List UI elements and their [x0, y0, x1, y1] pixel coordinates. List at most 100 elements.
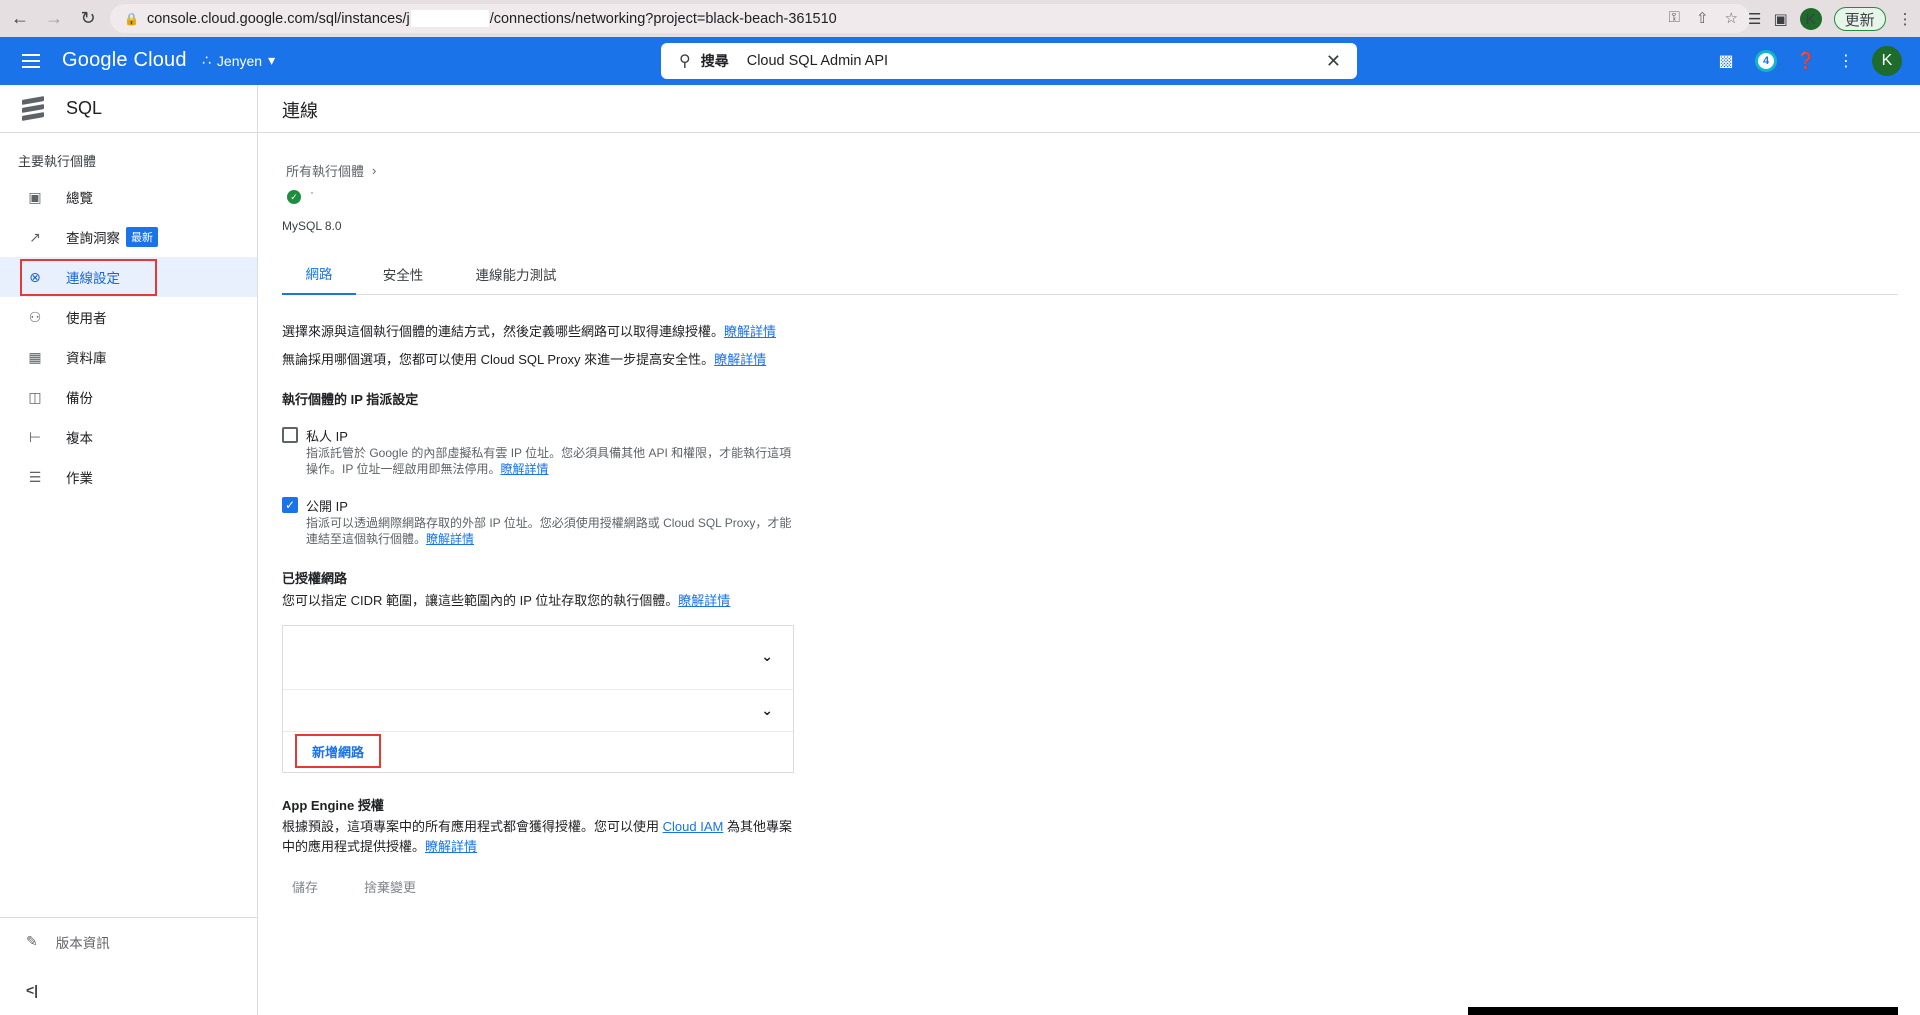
replicas-icon: ⊢	[28, 428, 42, 445]
chevron-right-icon: ›	[372, 163, 377, 178]
key-icon[interactable]: ⚿	[1669, 9, 1680, 27]
search-input[interactable]: Cloud SQL Admin API	[747, 53, 888, 69]
new-badge: 最新	[126, 227, 158, 247]
search-bar[interactable]: ⚲ 搜尋 Cloud SQL Admin API ✕	[661, 43, 1357, 79]
learn-more-link[interactable]: 瞭解詳情	[678, 593, 730, 608]
sidebar-section-label: 主要執行個體	[18, 154, 97, 169]
add-network-button[interactable]: 新增網路	[295, 734, 381, 768]
search-label: 搜尋	[700, 53, 729, 69]
update-button[interactable]: 更新	[1833, 7, 1886, 31]
side-panel-icon[interactable]: ▣	[1773, 10, 1787, 28]
network-row[interactable]: ⌄	[283, 626, 793, 690]
menu-icon[interactable]	[22, 49, 46, 73]
learn-more-link[interactable]: 瞭解詳情	[425, 839, 477, 854]
ip-assignment-heading: 執行個體的 IP 指派設定	[282, 392, 419, 407]
discard-button[interactable]: 捨棄變更	[354, 877, 426, 896]
learn-more-link[interactable]: 瞭解詳情	[500, 462, 548, 476]
project-icon: ∴	[202, 52, 211, 68]
breadcrumb[interactable]: 所有執行個體 ›	[286, 161, 376, 180]
help-icon[interactable]: ❓	[1786, 51, 1826, 71]
highlight-box	[20, 259, 157, 296]
sidebar-item-overview[interactable]: ▣ 總覽	[0, 177, 257, 217]
sidebar-item-databases[interactable]: ▦ 資料庫	[0, 337, 257, 377]
google-cloud-logo[interactable]: Google Cloud	[62, 49, 187, 72]
status-check-icon: ✓	[287, 190, 301, 204]
collapse-sidebar-icon[interactable]: <|	[26, 982, 38, 998]
sidebar-item-replicas[interactable]: ⊢ 複本	[0, 417, 257, 457]
more-vert-icon[interactable]: ⋮	[1826, 51, 1866, 71]
private-ip-checkbox[interactable]	[282, 427, 298, 443]
cloud-iam-link[interactable]: Cloud IAM	[663, 819, 724, 834]
private-ip-label[interactable]: 私人 IP	[306, 426, 348, 445]
learn-more-link[interactable]: 瞭解詳情	[426, 532, 474, 546]
reading-list-icon[interactable]: ☰	[1748, 10, 1761, 28]
star-icon[interactable]: ☆	[1725, 9, 1738, 27]
tab-networking[interactable]: 網路	[282, 253, 356, 295]
address-bar[interactable]: 🔒 console.cloud.google.com/sql/instances…	[110, 4, 1750, 33]
url-prefix: console.cloud.google.com/sql/instances/j	[146, 10, 410, 27]
sidebar-title: SQL	[0, 85, 258, 133]
overview-icon: ▣	[28, 188, 42, 205]
back-icon[interactable]: ←	[6, 5, 34, 33]
sidebar: SQL 主要執行個體 ▣ 總覽 ↗ 查詢洞察 最新 ⊗ 連線設定 ⚇ 使用者 ▦…	[0, 85, 258, 1015]
redacted-block	[410, 10, 489, 27]
cloud-shell-icon[interactable]: ▩	[1706, 51, 1746, 71]
tab-bar: 網路 安全性 連線能力測試	[282, 253, 1898, 295]
instance-name: ·	[310, 185, 314, 199]
proxy-description: 無論採用哪個選項，您都可以使用 Cloud SQL Proxy 來進一步提高安全…	[282, 352, 767, 367]
sidebar-item-users[interactable]: ⚇ 使用者	[0, 297, 257, 337]
insights-icon: ↗	[29, 228, 41, 245]
url-suffix: /connections/networking?project=black-be…	[489, 10, 837, 27]
authorized-networks-list: ⌄ ⌄ 新增網路	[282, 625, 794, 773]
sidebar-title-text: SQL	[66, 98, 103, 118]
app-engine-heading: App Engine 授權	[282, 798, 384, 813]
close-icon[interactable]: ✕	[1326, 51, 1341, 72]
main-content: 連線 所有執行個體 › ✓ · MySQL 8.0 網路 安全性 連線能力測試 …	[258, 85, 1920, 1015]
form-actions: 儲存 捨棄變更	[282, 877, 426, 896]
page-title: 連線	[282, 101, 318, 121]
users-icon: ⚇	[28, 308, 42, 325]
account-avatar[interactable]: K	[1872, 46, 1902, 76]
page-title-bar: 連線	[258, 85, 1920, 133]
public-ip-checkbox[interactable]: ✓	[282, 497, 298, 513]
learn-more-link[interactable]: 瞭解詳情	[714, 352, 766, 367]
sidebar-item-query-insights[interactable]: ↗ 查詢洞察 最新	[0, 217, 257, 257]
release-notes-link[interactable]: ✎ 版本資訊	[0, 917, 257, 965]
authorized-networks-description: 您可以指定 CIDR 範圍，讓這些範圍內的 IP 位址存取您的執行個體。瞭解詳情	[282, 593, 731, 608]
tab-connectivity-test[interactable]: 連線能力測試	[454, 253, 578, 295]
share-icon[interactable]: ⇧	[1696, 9, 1709, 27]
forward-icon[interactable]: →	[40, 5, 68, 33]
database-icon: ▦	[28, 348, 42, 365]
app-engine-description: 根據預設，這項專案中的所有應用程式都會獲得授權。您可以使用 Cloud IAM …	[282, 819, 792, 854]
console-header: Google Cloud ∴ Jenyen ▾ ⚲ 搜尋 Cloud SQL A…	[0, 37, 1920, 85]
chevron-down-icon[interactable]: ⌄	[761, 702, 773, 719]
networking-description: 選擇來源與這個執行個體的連結方式，然後定義哪些網路可以取得連線授權。瞭解詳情	[282, 324, 777, 339]
search-icon: ⚲	[679, 53, 691, 70]
breadcrumb-all-instances[interactable]: 所有執行個體	[286, 161, 364, 180]
lock-icon: 🔒	[124, 11, 139, 26]
network-row[interactable]: ⌄	[283, 690, 793, 732]
authorized-networks-heading: 已授權網路	[282, 571, 348, 586]
profile-avatar[interactable]: K	[1799, 8, 1822, 30]
project-picker[interactable]: ∴ Jenyen ▾	[202, 52, 275, 69]
sidebar-item-operations[interactable]: ☰ 作業	[0, 457, 257, 497]
tab-security[interactable]: 安全性	[356, 253, 450, 295]
private-ip-help: 指派託管於 Google 的內部虛擬私有雲 IP 位址。您必須具備其他 API …	[306, 446, 792, 476]
reload-icon[interactable]: ↻	[74, 5, 102, 33]
project-name: Jenyen	[216, 52, 263, 69]
more-menu-icon[interactable]: ⋮	[1898, 10, 1913, 28]
browser-toolbar: ← → ↻ 🔒 console.cloud.google.com/sql/ins…	[0, 0, 1920, 37]
sidebar-item-backups[interactable]: ◫ 備份	[0, 377, 257, 417]
save-button[interactable]: 儲存	[282, 877, 328, 896]
public-ip-help: 指派可以透過網際網路存取的外部 IP 位址。您必須使用授權網路或 Cloud S…	[306, 516, 792, 546]
notifications-badge[interactable]: 4	[1746, 50, 1786, 72]
chevron-down-icon[interactable]: ⌄	[761, 648, 773, 665]
learn-more-link[interactable]: 瞭解詳情	[724, 324, 776, 339]
public-ip-label[interactable]: 公開 IP	[306, 496, 348, 515]
sql-logo-icon	[22, 95, 46, 123]
release-notes-icon: ✎	[26, 933, 38, 949]
dropdown-icon: ▾	[268, 52, 276, 68]
db-version: MySQL 8.0	[282, 219, 342, 233]
operations-icon: ☰	[28, 468, 42, 485]
backup-icon: ◫	[28, 388, 42, 405]
